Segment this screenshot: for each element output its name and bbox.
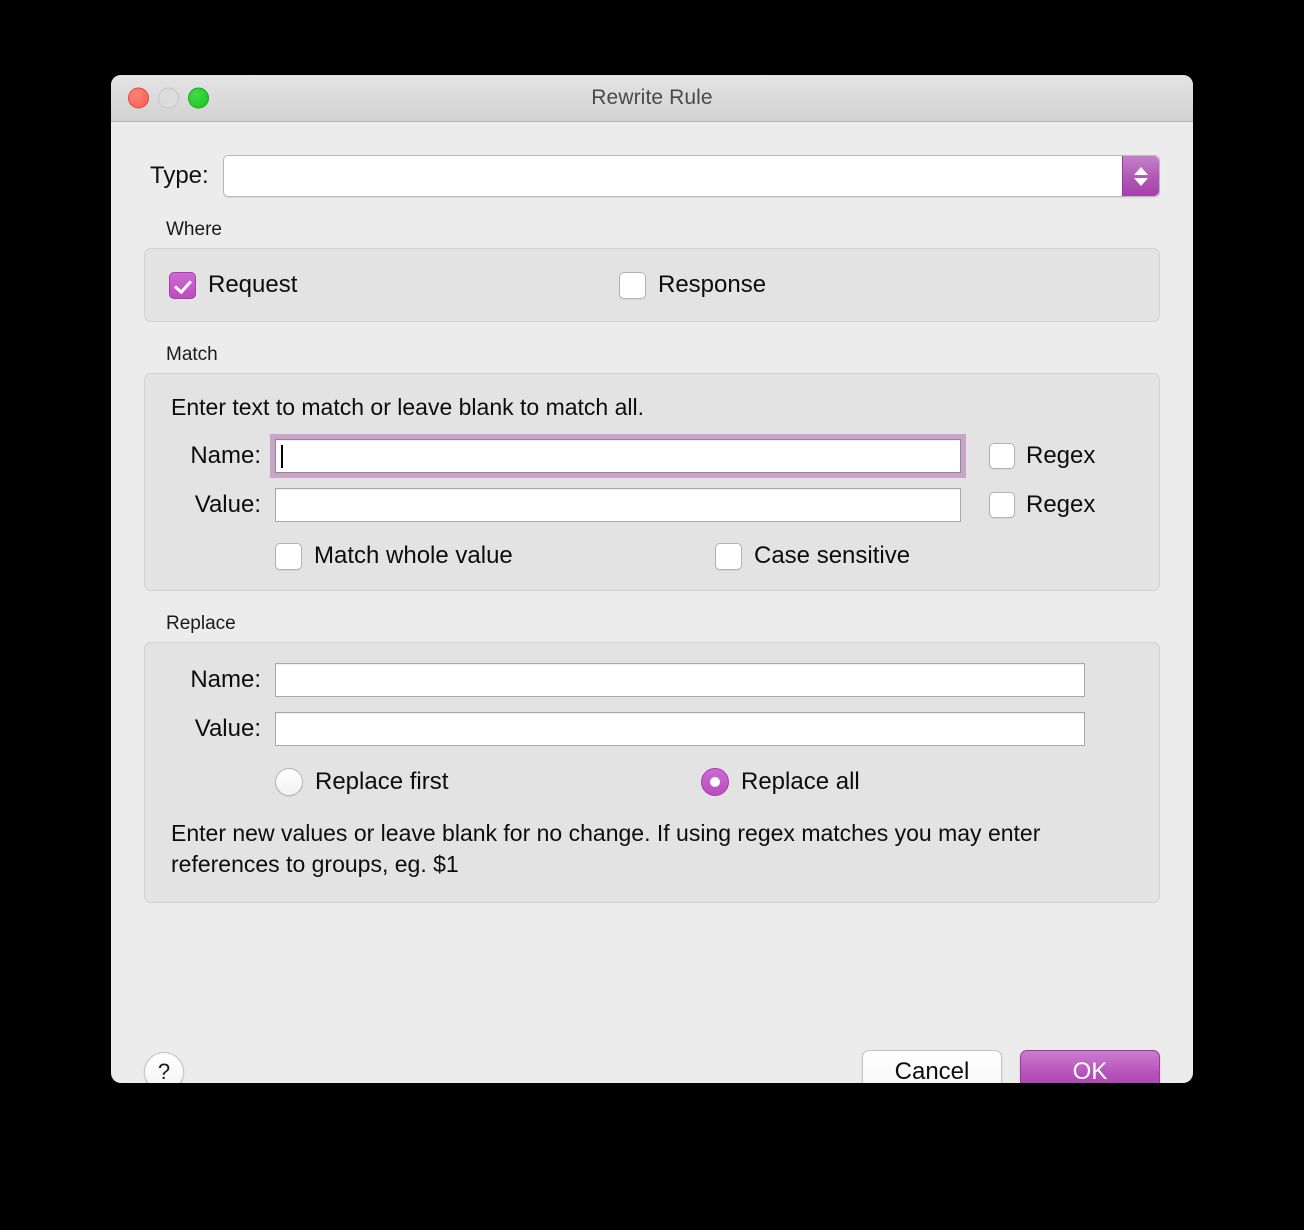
- request-label: Request: [208, 271, 298, 298]
- traffic-light-group: [128, 87, 209, 109]
- match-name-regex-row[interactable]: Regex: [989, 442, 1095, 470]
- match-group-body: Enter text to match or leave blank to ma…: [144, 373, 1160, 591]
- replace-note: Enter new values or leave blank for no c…: [171, 820, 1041, 878]
- replace-all-label: Replace all: [741, 768, 860, 795]
- rewrite-rule-dialog: Rewrite Rule Type: Where Request Respons…: [111, 75, 1193, 1083]
- zoom-button[interactable]: [188, 87, 209, 109]
- match-value-row: Value: Regex: [169, 488, 1135, 522]
- where-group: Where Request Response: [144, 219, 1160, 322]
- replace-all-row[interactable]: Replace all: [701, 768, 860, 796]
- dialog-content: Type: Where Request Response Match Enter…: [111, 155, 1193, 1083]
- chevron-up-icon: [1134, 166, 1148, 175]
- title-bar: Rewrite Rule: [111, 75, 1193, 122]
- text-caret: [281, 445, 283, 468]
- match-name-regex-label: Regex: [1026, 442, 1096, 469]
- case-sensitive-label: Case sensitive: [754, 542, 911, 569]
- minimize-button[interactable]: [158, 87, 179, 109]
- match-value-regex-checkbox[interactable]: [989, 492, 1015, 518]
- case-sensitive-checkbox[interactable]: [715, 542, 742, 570]
- match-value-label: Value:: [194, 491, 261, 518]
- replace-group-title: Replace: [166, 613, 236, 634]
- response-checkbox-row[interactable]: Response: [619, 271, 766, 299]
- match-options-row: Match whole value Case sensitive: [275, 542, 1135, 570]
- replace-mode-row: Replace first Replace all: [275, 768, 1135, 796]
- replace-name-label: Name:: [190, 666, 261, 693]
- match-value-regex-row[interactable]: Regex: [989, 491, 1095, 519]
- replace-name-row: Name:: [169, 663, 1135, 697]
- match-name-input[interactable]: [270, 434, 966, 478]
- type-stepper[interactable]: [1122, 156, 1159, 196]
- replace-name-input[interactable]: [275, 663, 1085, 697]
- request-checkbox-row[interactable]: Request: [169, 271, 619, 299]
- type-combobox[interactable]: [222, 155, 1160, 197]
- replace-first-label: Replace first: [315, 768, 449, 795]
- replace-all-radio[interactable]: [701, 768, 729, 796]
- dialog-footer: ? Cancel OK: [111, 1050, 1193, 1083]
- help-button[interactable]: ?: [144, 1052, 184, 1083]
- match-whole-value-checkbox[interactable]: [275, 542, 302, 570]
- match-value-input[interactable]: [275, 488, 961, 522]
- cancel-button[interactable]: Cancel: [862, 1050, 1002, 1083]
- window-title: Rewrite Rule: [591, 86, 713, 109]
- replace-first-row[interactable]: Replace first: [275, 768, 701, 796]
- replace-value-row: Value:: [169, 712, 1135, 746]
- where-group-body: Request Response: [144, 248, 1160, 322]
- type-row: Type:: [111, 155, 1193, 197]
- match-name-regex-checkbox[interactable]: [989, 443, 1015, 469]
- replace-value-label: Value:: [194, 715, 261, 742]
- match-whole-value-row[interactable]: Match whole value: [275, 542, 715, 570]
- case-sensitive-row[interactable]: Case sensitive: [715, 542, 910, 570]
- match-value-regex-label: Regex: [1026, 491, 1096, 518]
- match-whole-value-label: Match whole value: [314, 542, 513, 569]
- replace-value-input[interactable]: [275, 712, 1085, 746]
- match-name-label: Name:: [190, 442, 261, 469]
- replace-first-radio[interactable]: [275, 768, 303, 796]
- response-label: Response: [658, 271, 767, 298]
- ok-button[interactable]: OK: [1020, 1050, 1160, 1083]
- replace-group-body: Name: Value: Replace first Replace all E…: [144, 642, 1160, 904]
- type-label: Type:: [150, 162, 209, 189]
- match-group: Match Enter text to match or leave blank…: [144, 344, 1160, 591]
- match-hint: Enter text to match or leave blank to ma…: [171, 394, 645, 420]
- replace-group: Replace Name: Value: Replace first Repla…: [144, 613, 1160, 904]
- response-checkbox[interactable]: [619, 271, 646, 299]
- chevron-down-icon: [1134, 177, 1148, 186]
- request-checkbox[interactable]: [169, 271, 196, 299]
- match-name-row: Name: Regex: [169, 434, 1135, 478]
- close-button[interactable]: [128, 87, 149, 109]
- match-group-title: Match: [166, 344, 218, 365]
- where-group-title: Where: [166, 219, 222, 240]
